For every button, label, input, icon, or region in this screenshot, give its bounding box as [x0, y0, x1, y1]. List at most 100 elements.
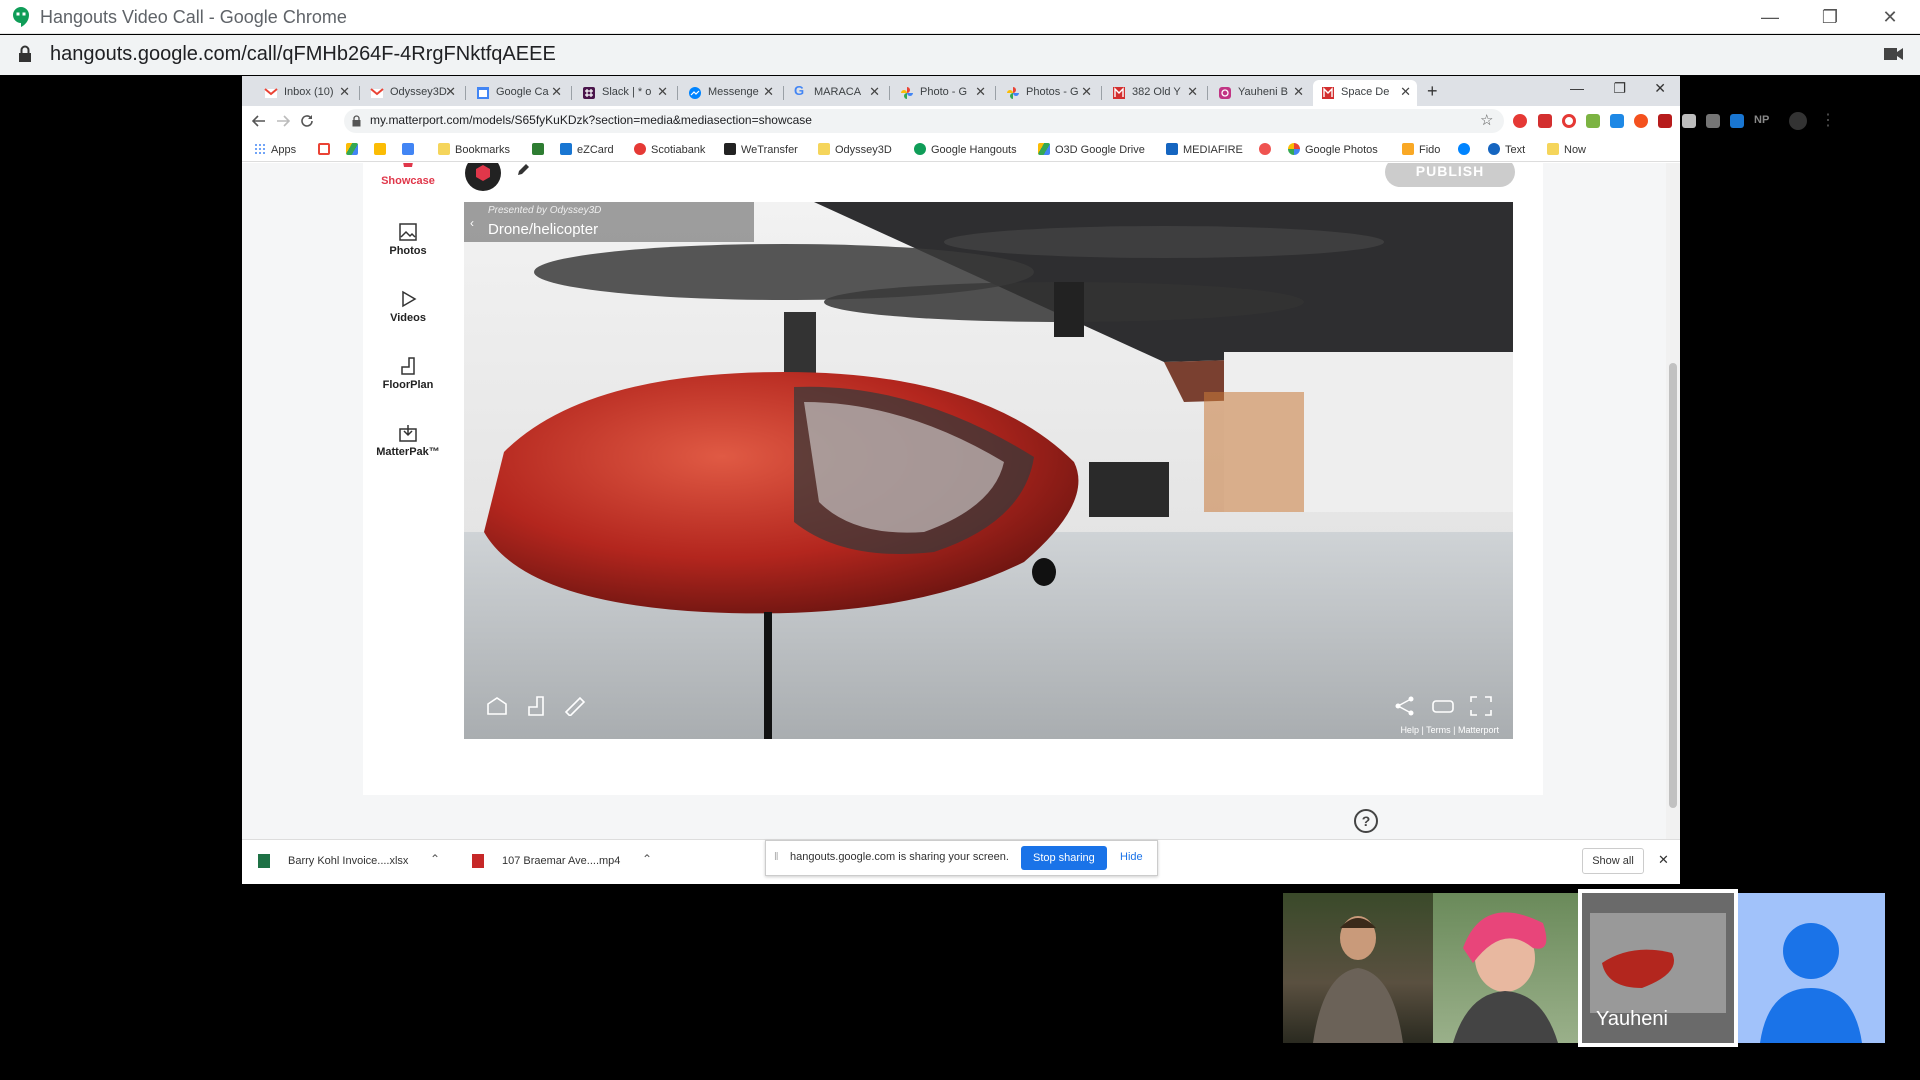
close-icon[interactable]: ✕: [1860, 0, 1920, 34]
sidebar-item-matterpak[interactable]: MatterPak™: [363, 424, 453, 458]
bookmark-extension[interactable]: [1259, 143, 1276, 156]
minimize-icon[interactable]: —: [1740, 0, 1800, 34]
vr-icon[interactable]: [1432, 696, 1454, 716]
bookmark-scotiabank[interactable]: Scotiabank: [634, 143, 705, 156]
tab-space-details-active[interactable]: Space De ✕: [1313, 80, 1417, 106]
profile-avatar-icon[interactable]: [1789, 112, 1807, 130]
bookmark-keep[interactable]: [374, 143, 391, 156]
back-icon[interactable]: [252, 114, 266, 128]
bookmark-apps[interactable]: Apps: [254, 143, 296, 156]
terms-link[interactable]: Terms: [1426, 725, 1451, 735]
tab-382-old[interactable]: 382 Old Y ✕: [1104, 80, 1204, 106]
page-scrollbar[interactable]: [1666, 163, 1680, 839]
forward-icon[interactable]: [276, 114, 290, 128]
close-tab-icon[interactable]: ✕: [975, 84, 986, 100]
bookmark-fido[interactable]: Fido: [1402, 143, 1440, 156]
tab-odyssey3d[interactable]: Odyssey3D ✕: [362, 80, 462, 106]
chevron-up-icon[interactable]: ⌃: [642, 852, 652, 866]
adblock-plus-icon[interactable]: [1513, 114, 1527, 128]
outer-url[interactable]: hangouts.google.com/call/qFMHb264F-4RrgF…: [50, 43, 556, 66]
help-link[interactable]: Help: [1400, 725, 1419, 735]
bookmark-ezcard[interactable]: eZCard: [560, 143, 614, 156]
bookmark-messenger[interactable]: [1458, 143, 1475, 156]
hide-button[interactable]: Hide: [1120, 851, 1143, 863]
download-item[interactable]: Barry Kohl Invoice....xlsx ⌃: [258, 852, 440, 872]
fullscreen-icon[interactable]: [1470, 696, 1492, 716]
np-extension-icon[interactable]: NP: [1754, 114, 1769, 126]
bookmark-google-hangouts[interactable]: Google Hangouts: [914, 143, 1017, 156]
tab-inbox[interactable]: Inbox (10) ✕: [256, 80, 356, 106]
menu-kebab-icon[interactable]: ⋮: [1820, 110, 1836, 130]
chevron-up-icon[interactable]: ⌃: [430, 852, 440, 866]
extension-icon[interactable]: [1610, 114, 1624, 128]
opera-icon[interactable]: [1562, 114, 1576, 128]
tab-google-calendar[interactable]: Google Ca ✕: [468, 80, 568, 106]
inner-url[interactable]: my.matterport.com/models/S65fyKuKDzk?sec…: [370, 113, 812, 127]
help-button[interactable]: ?: [1354, 809, 1378, 833]
close-tab-icon[interactable]: ✕: [1400, 84, 1411, 100]
bookmark-bookmarks[interactable]: Bookmarks: [438, 143, 510, 156]
close-tab-icon[interactable]: ✕: [1293, 84, 1304, 100]
publish-button[interactable]: PUBLISH: [1385, 163, 1515, 187]
bookmark-wetransfer[interactable]: WeTransfer: [724, 143, 798, 156]
floorplan-view-icon[interactable]: [526, 696, 546, 716]
bookmark-star-icon[interactable]: ☆: [1480, 111, 1493, 129]
close-tab-icon[interactable]: ✕: [869, 84, 880, 100]
tab-photo-google[interactable]: Photo - G ✕: [892, 80, 992, 106]
new-tab-button[interactable]: +: [1427, 81, 1438, 102]
tab-photos-google[interactable]: Photos - G ✕: [998, 80, 1098, 106]
drag-handle-icon[interactable]: ‖: [774, 851, 779, 863]
extension-icon[interactable]: [1706, 114, 1720, 128]
dollhouse-icon[interactable]: [486, 696, 508, 716]
bookmark-mediafire[interactable]: MEDIAFIRE: [1166, 143, 1243, 156]
sidebar-item-showcase[interactable]: Showcase: [363, 163, 453, 187]
close-tab-icon[interactable]: ✕: [551, 84, 562, 100]
download-item[interactable]: 107 Braemar Ave....mp4 ⌃: [472, 852, 662, 872]
extension-icon[interactable]: [1730, 114, 1744, 128]
bookmark-o3d-google-drive[interactable]: O3D Google Drive: [1038, 143, 1145, 156]
close-tab-icon[interactable]: ✕: [657, 84, 668, 100]
participant-tile[interactable]: [1738, 893, 1885, 1043]
stop-sharing-button[interactable]: Stop sharing: [1021, 846, 1107, 870]
close-tab-icon[interactable]: ✕: [763, 84, 774, 100]
model-avatar[interactable]: [465, 163, 501, 191]
sidebar-item-floorplan[interactable]: FloorPlan: [363, 357, 453, 391]
participant-tile[interactable]: [1433, 893, 1578, 1043]
participant-tile[interactable]: [1283, 893, 1433, 1043]
bookmark-odyssey3d[interactable]: Odyssey3D: [818, 143, 892, 156]
tab-messenger[interactable]: Messenge ✕: [680, 80, 780, 106]
inner-close-icon[interactable]: ✕: [1654, 80, 1666, 97]
reload-icon[interactable]: [300, 114, 314, 128]
participant-tile-active[interactable]: Yauheni: [1578, 889, 1738, 1047]
sidebar-item-photos[interactable]: Photos: [363, 223, 453, 257]
bookmark-text[interactable]: Text: [1488, 143, 1525, 156]
bookmark-now[interactable]: Now: [1547, 143, 1586, 156]
tab-maraca[interactable]: G MARACA ✕: [786, 80, 886, 106]
extension-icon[interactable]: [1538, 114, 1552, 128]
bookmark-google-photos[interactable]: Google Photos: [1288, 143, 1378, 156]
bookmark-td[interactable]: [532, 143, 549, 156]
inner-restore-icon[interactable]: ❐: [1613, 80, 1626, 97]
close-download-bar-icon[interactable]: ✕: [1658, 852, 1669, 868]
3d-viewer[interactable]: ‹ Presented by Odyssey3D Drone/helicopte…: [464, 202, 1513, 739]
close-tab-icon[interactable]: ✕: [339, 84, 350, 100]
inner-minimize-icon[interactable]: —: [1570, 80, 1584, 96]
close-tab-icon[interactable]: ✕: [445, 84, 456, 100]
bookmark-drive[interactable]: [346, 143, 363, 156]
viewer-back-chevron-icon[interactable]: ‹: [470, 216, 474, 230]
tab-slack[interactable]: Slack | * o ✕: [574, 80, 674, 106]
show-all-button[interactable]: Show all: [1582, 848, 1644, 874]
close-tab-icon[interactable]: ✕: [1187, 84, 1198, 100]
bookmark-gmail[interactable]: [318, 143, 335, 156]
acrobat-icon[interactable]: [1658, 114, 1672, 128]
video-camera-icon[interactable]: [1884, 47, 1904, 61]
scroll-thumb[interactable]: [1669, 363, 1677, 808]
tab-instagram[interactable]: Yauheni B ✕: [1210, 80, 1310, 106]
extension-icon[interactable]: [1634, 114, 1648, 128]
close-tab-icon[interactable]: ✕: [1081, 84, 1092, 100]
edit-pencil-icon[interactable]: [516, 163, 530, 177]
sidebar-item-videos[interactable]: Videos: [363, 290, 453, 324]
extension-icon[interactable]: [1682, 114, 1696, 128]
matterport-link[interactable]: Matterport: [1458, 725, 1499, 735]
measure-icon[interactable]: [564, 696, 586, 716]
